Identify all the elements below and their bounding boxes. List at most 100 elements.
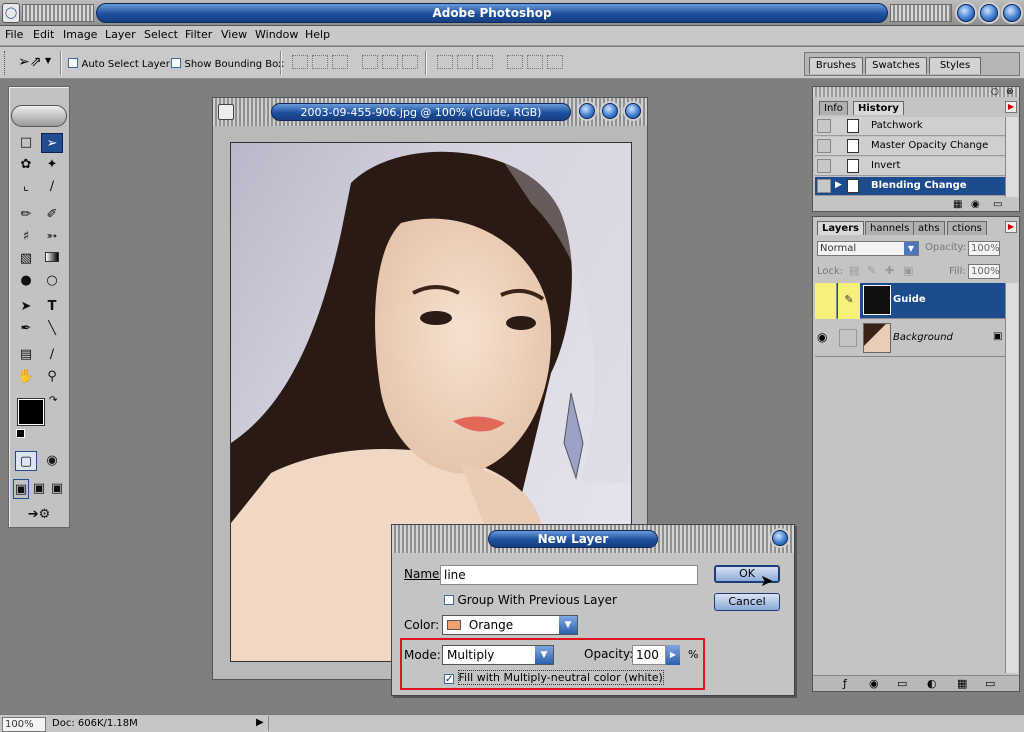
magic-wand-tool-icon[interactable]: ✦	[41, 155, 63, 175]
align-horizontal-center-icon[interactable]	[382, 55, 398, 69]
align-bottom-icon[interactable]	[332, 55, 348, 69]
move-tool-icon[interactable]: ➢	[41, 133, 63, 153]
standard-mode-icon[interactable]: ▢	[15, 451, 37, 471]
show-bounding-box-checkbox[interactable]	[171, 58, 181, 68]
menu-filter[interactable]: Filter	[185, 28, 212, 41]
clone-stamp-tool-icon[interactable]: ♯	[15, 227, 37, 247]
layers-menu-arrow-icon[interactable]: ▶	[1005, 221, 1017, 233]
full-screen-mode-icon[interactable]: ▣	[49, 479, 65, 499]
new-layer-icon[interactable]: ▦	[957, 677, 967, 690]
panel-minimize-icon[interactable]: ○	[991, 87, 999, 97]
crop-tool-icon[interactable]: ⌞	[15, 177, 37, 197]
slice-tool-icon[interactable]: ∕	[41, 177, 63, 197]
history-state-slider-icon[interactable]: ▶	[835, 180, 842, 190]
foreground-color-swatch[interactable]	[17, 398, 45, 426]
history-snapshot-checkbox[interactable]	[817, 139, 831, 153]
menu-window[interactable]: Window	[255, 28, 298, 41]
auto-select-layer-option[interactable]: Auto Select Layer	[68, 57, 170, 70]
layer-name-input[interactable]: line	[440, 565, 698, 585]
tab-info[interactable]: Info	[819, 101, 848, 115]
lasso-tool-icon[interactable]: ✿	[15, 155, 37, 175]
marquee-tool-icon[interactable]: □	[15, 133, 37, 153]
distribute-center-icon[interactable]	[457, 55, 473, 69]
mode-select[interactable]: Multiply ▼	[442, 645, 554, 665]
standard-screen-mode-icon[interactable]: ▣	[13, 479, 29, 499]
align-right-icon[interactable]	[402, 55, 418, 69]
tab-channels[interactable]: hannels	[865, 221, 915, 235]
menu-select[interactable]: Select	[144, 28, 178, 41]
document-minimize-button[interactable]	[579, 103, 595, 119]
history-panel-header[interactable]	[813, 87, 1019, 97]
toolbox-header-logo[interactable]	[11, 105, 67, 127]
tab-swatches[interactable]: Swatches	[865, 57, 927, 74]
opacity-input[interactable]: 100	[632, 645, 666, 665]
tab-paths[interactable]: aths	[913, 221, 945, 235]
pen-tool-icon[interactable]: ✒	[15, 319, 37, 339]
trash-icon[interactable]: ▭	[985, 677, 995, 690]
menu-layer[interactable]: Layer	[105, 28, 136, 41]
history-item[interactable]: Invert	[815, 157, 1005, 176]
add-mask-icon[interactable]: ◉	[869, 677, 879, 690]
lock-position-icon[interactable]: ✚	[885, 264, 894, 277]
cancel-button[interactable]: Cancel	[714, 593, 780, 611]
document-maximize-button[interactable]	[602, 103, 618, 119]
status-menu-arrow-icon[interactable]: ▶	[256, 717, 264, 728]
history-brush-tool-icon[interactable]: ➳	[41, 227, 63, 247]
delete-state-icon[interactable]: ▭	[993, 199, 1002, 210]
document-title-bar[interactable]: 2003-09-455-906.jpg @ 100% (Guide, RGB)	[213, 98, 647, 126]
preset-dropdown-icon[interactable]: ▼	[45, 56, 51, 65]
history-snapshot-checkbox[interactable]	[817, 179, 831, 193]
align-top-icon[interactable]	[292, 55, 308, 69]
full-screen-menu-mode-icon[interactable]: ▣	[31, 479, 47, 499]
layer-style-icon[interactable]: ƒ	[843, 677, 847, 690]
brush-tool-icon[interactable]: ✐	[41, 205, 63, 225]
lock-transparency-icon[interactable]: ▤	[849, 264, 859, 277]
menu-view[interactable]: View	[221, 28, 247, 41]
tab-actions[interactable]: ctions	[947, 221, 987, 235]
maximize-button[interactable]	[980, 4, 998, 22]
layer-row-guide[interactable]: ✎ Guide	[815, 283, 1005, 319]
distribute-top-icon[interactable]	[437, 55, 453, 69]
layer-opacity-field[interactable]: 100%	[968, 241, 1000, 256]
line-tool-icon[interactable]: ╲	[41, 319, 63, 339]
lock-all-icon[interactable]: ▣	[903, 264, 913, 277]
fill-neutral-option[interactable]: Fill with Multiply-neutral color (white)	[444, 670, 664, 685]
default-colors-icon[interactable]	[16, 429, 25, 438]
history-snapshot-checkbox[interactable]	[817, 159, 831, 173]
jump-to-imageready-icon[interactable]: ➔⚙	[19, 505, 59, 525]
layer-link-slot[interactable]	[839, 329, 857, 347]
tab-brushes[interactable]: Brushes	[809, 57, 863, 74]
path-selection-tool-icon[interactable]: ➤	[15, 297, 37, 317]
distribute-bottom-icon[interactable]	[477, 55, 493, 69]
tab-history[interactable]: History	[853, 101, 904, 115]
menu-image[interactable]: Image	[63, 28, 97, 41]
distribute-right-icon[interactable]	[547, 55, 563, 69]
new-set-icon[interactable]: ▭	[897, 677, 907, 690]
zoom-tool-icon[interactable]: ⚲	[41, 367, 63, 387]
color-select[interactable]: Orange ▼	[442, 615, 578, 635]
new-document-from-state-icon[interactable]: ▦	[953, 199, 962, 210]
adjustment-layer-icon[interactable]: ◐	[927, 677, 937, 690]
tab-layers[interactable]: Layers	[817, 221, 864, 235]
blur-tool-icon[interactable]: ●	[15, 271, 37, 291]
panel-close-icon[interactable]: ⊗	[1006, 87, 1014, 97]
eyedropper-tool-icon[interactable]: ∕	[41, 345, 63, 365]
show-bounding-box-option[interactable]: Show Bounding Box	[171, 57, 284, 70]
group-with-previous-checkbox[interactable]	[444, 595, 454, 605]
history-item-selected[interactable]: ▶ Blending Change	[815, 177, 1005, 196]
quick-mask-mode-icon[interactable]: ◉	[41, 451, 63, 471]
type-tool-icon[interactable]: T	[41, 297, 63, 317]
opacity-slider-arrow-icon[interactable]: ▶	[666, 645, 680, 665]
fill-neutral-checkbox[interactable]	[444, 674, 454, 684]
group-with-previous-option[interactable]: Group With Previous Layer	[444, 593, 617, 607]
photoshop-app-icon[interactable]: ◯	[2, 3, 20, 23]
dialog-close-button[interactable]	[772, 530, 788, 546]
history-snapshot-checkbox[interactable]	[817, 119, 831, 133]
dialog-title-bar[interactable]: New Layer	[392, 525, 794, 553]
notes-tool-icon[interactable]: ▤	[15, 345, 37, 365]
healing-brush-tool-icon[interactable]: ✏	[15, 205, 37, 225]
history-menu-arrow-icon[interactable]: ▶	[1005, 101, 1017, 113]
layer-row-background[interactable]: ◉ Background ▣	[815, 321, 1005, 357]
eraser-tool-icon[interactable]: ▧	[15, 249, 37, 269]
menu-help[interactable]: Help	[305, 28, 330, 41]
